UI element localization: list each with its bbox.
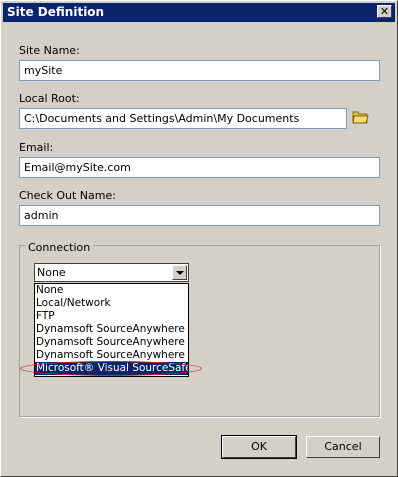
- dropdown-option-ftp[interactable]: FTP: [35, 310, 188, 323]
- email-label: Email:: [19, 141, 54, 154]
- connection-select[interactable]: None: [34, 263, 189, 282]
- dropdown-option-visual-sourcesafe[interactable]: Microsoft® Visual SourceSafe®: [35, 362, 188, 375]
- dropdown-option-sourceanywhere-hosted[interactable]: Dynamsoft SourceAnywhere Ho: [35, 323, 188, 336]
- dropdown-option-sourceanywhere-for[interactable]: Dynamsoft SourceAnywhere fo: [35, 349, 188, 362]
- connection-group-label: Connection: [25, 241, 94, 254]
- dialog-title: Site Definition: [7, 5, 105, 19]
- cancel-button[interactable]: Cancel: [306, 436, 380, 458]
- folder-icon[interactable]: [352, 109, 369, 124]
- local-root-label: Local Root:: [19, 92, 80, 105]
- dropdown-option-none[interactable]: None: [35, 284, 188, 297]
- email-input[interactable]: Email@mySite.com: [19, 157, 380, 178]
- local-root-input[interactable]: C:\Documents and Settings\Admin\My Docum…: [19, 108, 347, 129]
- dropdown-option-local-network[interactable]: Local/Network: [35, 297, 188, 310]
- site-name-input[interactable]: mySite: [19, 60, 380, 81]
- dropdown-option-sourceanywhere-standalone[interactable]: Dynamsoft SourceAnywhere St: [35, 336, 188, 349]
- checkout-name-label: Check Out Name:: [19, 189, 116, 202]
- connection-dropdown-list[interactable]: None Local/Network FTP Dynamsoft SourceA…: [34, 283, 189, 377]
- close-button[interactable]: ✕: [377, 5, 392, 18]
- chevron-down-icon: [176, 271, 184, 275]
- close-icon: ✕: [379, 5, 390, 18]
- site-name-label: Site Name:: [19, 44, 80, 57]
- site-definition-dialog: Site Definition ✕ Site Name: mySite Loca…: [0, 0, 398, 477]
- title-bar[interactable]: Site Definition ✕: [3, 3, 395, 22]
- checkout-name-input[interactable]: admin: [19, 205, 380, 226]
- dropdown-button[interactable]: [172, 265, 187, 280]
- connection-selected-value: None: [37, 266, 66, 279]
- ok-button[interactable]: OK: [221, 435, 297, 459]
